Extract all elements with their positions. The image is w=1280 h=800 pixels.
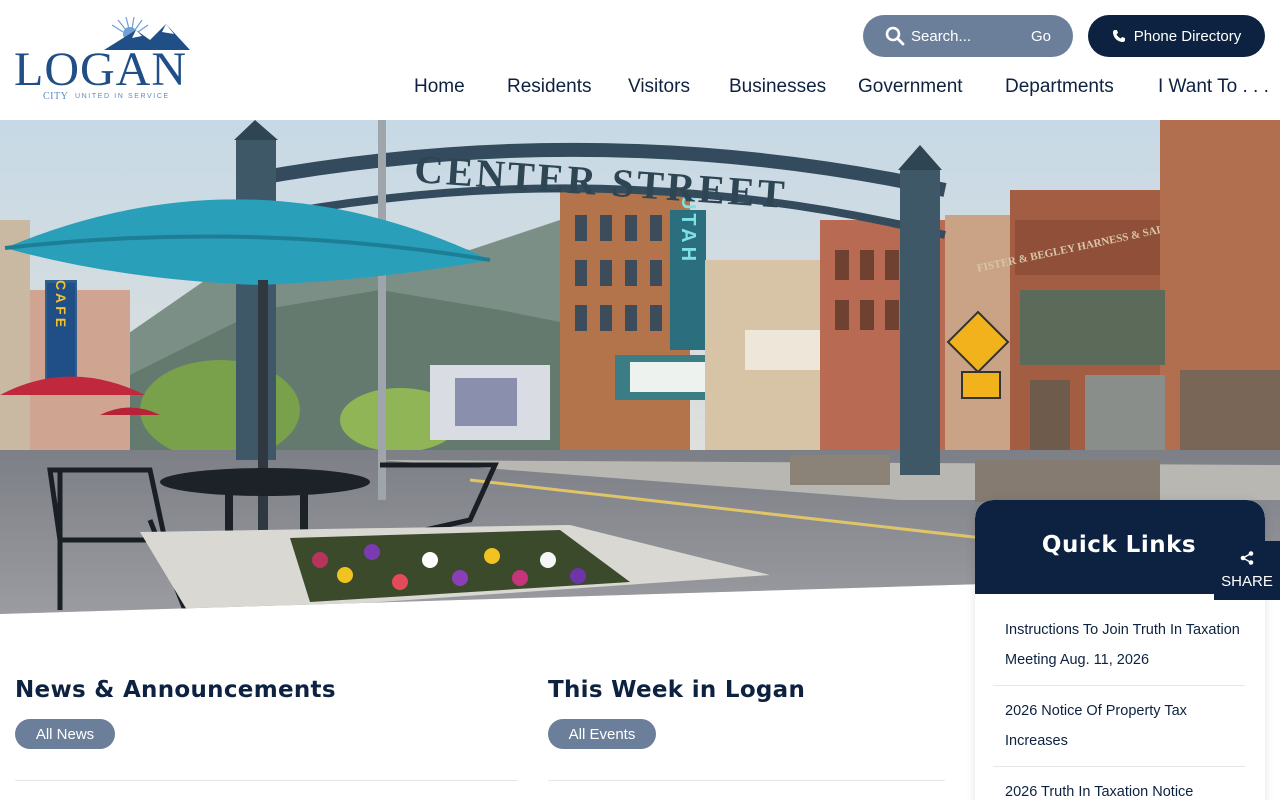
news-section-title: News & Announcements (15, 677, 336, 703)
phone-icon (1112, 30, 1125, 42)
all-news-button[interactable]: All News (15, 719, 115, 749)
nav-businesses[interactable]: Businesses (729, 76, 826, 98)
site-header: LOGAN CITY UNITED IN SERVICE Go Phone Di… (0, 0, 1280, 120)
share-button[interactable]: SHARE (1214, 541, 1280, 600)
share-label: SHARE (1221, 573, 1273, 590)
events-section-title: This Week in Logan (548, 677, 806, 703)
nav-home[interactable]: Home (414, 76, 465, 98)
events-divider (548, 780, 945, 781)
nav-departments[interactable]: Departments (1005, 76, 1114, 98)
search-go-button[interactable]: Go (1023, 26, 1059, 46)
quick-link-divider (993, 685, 1245, 686)
nav-government[interactable]: Government (858, 76, 963, 98)
search-input[interactable] (911, 25, 1031, 47)
nav-residents[interactable]: Residents (507, 76, 592, 98)
search-icon[interactable] (885, 26, 905, 46)
logo-city-text: CITY (43, 91, 69, 102)
search-bar: Go (863, 15, 1073, 57)
logo-wordmark: LOGAN (14, 43, 187, 96)
quick-link-item[interactable]: Instructions To Join Truth In Taxation M… (1005, 615, 1245, 675)
nav-visitors[interactable]: Visitors (628, 76, 690, 98)
share-icon (1240, 551, 1254, 565)
nav-i-want-to[interactable]: I Want To . . . (1158, 76, 1269, 98)
phone-directory-label: Phone Directory (1133, 27, 1242, 45)
news-divider (15, 780, 518, 781)
quick-link-item[interactable]: 2026 Truth In Taxation Notice (1005, 777, 1245, 800)
quick-link-item[interactable]: 2026 Notice Of Property Tax Increases (1005, 696, 1245, 756)
logo-tagline: UNITED IN SERVICE (75, 93, 170, 100)
phone-directory-button[interactable]: Phone Directory (1088, 15, 1265, 57)
quick-link-divider (993, 766, 1245, 767)
cafe-sign: CAFE (53, 280, 69, 330)
logan-city-logo[interactable]: LOGAN CITY UNITED IN SERVICE (14, 16, 190, 104)
all-events-button[interactable]: All Events (548, 719, 656, 749)
